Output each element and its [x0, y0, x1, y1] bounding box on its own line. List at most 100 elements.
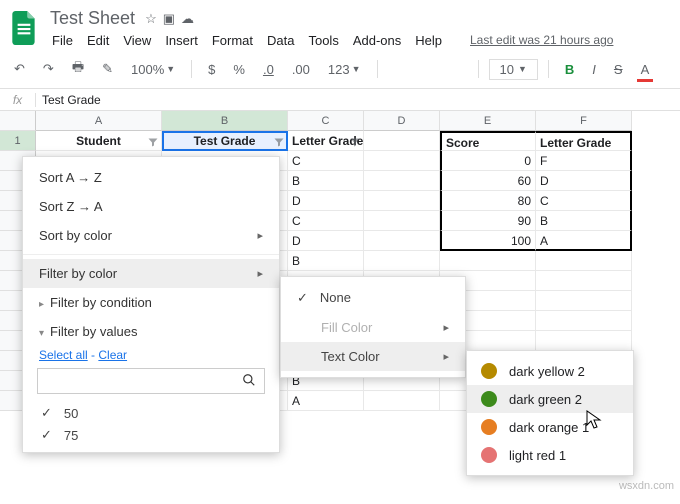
filter-by-condition[interactable]: ▸Filter by condition: [23, 288, 279, 317]
cell-E3[interactable]: 60: [440, 171, 536, 191]
cell-F6[interactable]: A: [536, 231, 632, 251]
color-option-light-red-1[interactable]: light red 1: [467, 441, 633, 469]
cell-F11[interactable]: [536, 331, 632, 351]
cell-D14[interactable]: [364, 391, 440, 411]
cell-C2[interactable]: C: [288, 151, 364, 171]
sort-az[interactable]: Sort A → Z: [23, 163, 279, 192]
filter-search-input[interactable]: [37, 368, 265, 394]
undo-button[interactable]: ↶: [8, 57, 31, 81]
currency-button[interactable]: $: [202, 58, 221, 81]
font-size-select[interactable]: 10 ▼: [489, 59, 538, 80]
cell-C14[interactable]: A: [288, 391, 364, 411]
cell-D7[interactable]: [364, 251, 440, 271]
cell-F9[interactable]: [536, 291, 632, 311]
cell-F8[interactable]: [536, 271, 632, 291]
cell-A1[interactable]: Student: [36, 131, 162, 151]
italic-button[interactable]: I: [586, 58, 602, 81]
fx-label: fx: [0, 93, 36, 107]
menu-view[interactable]: View: [117, 31, 157, 50]
color-option-dark-orange-1[interactable]: dark orange 1: [467, 413, 633, 441]
cell-C6[interactable]: D: [288, 231, 364, 251]
cell-F4[interactable]: C: [536, 191, 632, 211]
cell-C5[interactable]: C: [288, 211, 364, 231]
cell-E1[interactable]: Score: [440, 131, 536, 151]
redo-button[interactable]: ↷: [37, 57, 60, 81]
cell-F10[interactable]: [536, 311, 632, 331]
sheets-logo[interactable]: [10, 10, 38, 46]
cell-D6[interactable]: [364, 231, 440, 251]
cell-F2[interactable]: F: [536, 151, 632, 171]
cell-C4[interactable]: D: [288, 191, 364, 211]
rowhead-1[interactable]: 1: [0, 131, 36, 151]
menu-data[interactable]: Data: [261, 31, 300, 50]
number-format-button[interactable]: 123 ▼: [322, 58, 367, 81]
filter-context-menu: Sort A → Z Sort Z → A Sort by color▸ Fil…: [22, 156, 280, 453]
cell-B1[interactable]: Test Grade: [162, 131, 288, 151]
cell-E7[interactable]: [440, 251, 536, 271]
menu-edit[interactable]: Edit: [81, 31, 115, 50]
cell-E2[interactable]: 0: [440, 151, 536, 171]
document-name[interactable]: Test Sheet: [46, 6, 139, 31]
filter-fill-color[interactable]: Fill Color▸: [281, 313, 465, 342]
paint-format-button[interactable]: ✎: [96, 57, 119, 81]
last-edit-link[interactable]: Last edit was 21 hours ago: [464, 31, 619, 50]
colhead-B[interactable]: B: [162, 111, 288, 131]
colhead-F[interactable]: F: [536, 111, 632, 131]
fx-value[interactable]: Test Grade: [36, 93, 101, 107]
cell-E4[interactable]: 80: [440, 191, 536, 211]
color-option-dark-yellow-2[interactable]: dark yellow 2: [467, 357, 633, 385]
sort-za[interactable]: Sort Z → A: [23, 192, 279, 221]
percent-button[interactable]: %: [227, 58, 251, 81]
filter-color-none[interactable]: ✓None: [281, 283, 465, 313]
cell-F5[interactable]: B: [536, 211, 632, 231]
cell-D1[interactable]: [364, 131, 440, 151]
print-button[interactable]: 🖶: [66, 54, 90, 84]
filter-icon[interactable]: [273, 134, 285, 151]
cell-D5[interactable]: [364, 211, 440, 231]
increase-decimal-button[interactable]: .00: [286, 58, 316, 81]
cell-D2[interactable]: [364, 151, 440, 171]
cell-F7[interactable]: [536, 251, 632, 271]
bold-button[interactable]: B: [559, 58, 580, 81]
cell-C1[interactable]: Letter Grade: [288, 131, 364, 151]
select-all-link[interactable]: Select all: [39, 348, 88, 362]
filter-color-submenu: ✓None Fill Color▸ Text Color▸: [280, 276, 466, 378]
filter-by-color[interactable]: Filter by color▸: [23, 259, 279, 288]
cell-C7[interactable]: B: [288, 251, 364, 271]
colhead-A[interactable]: A: [36, 111, 162, 131]
star-icon[interactable]: ☆: [145, 11, 157, 27]
cell-F1[interactable]: Letter Grade: [536, 131, 632, 151]
menu-addons[interactable]: Add-ons: [347, 31, 407, 50]
menu-help[interactable]: Help: [409, 31, 448, 50]
menu-insert[interactable]: Insert: [159, 31, 204, 50]
cell-E6[interactable]: 100: [440, 231, 536, 251]
cell-D4[interactable]: [364, 191, 440, 211]
filter-value-50[interactable]: ✓50: [23, 402, 279, 424]
filter-value-75[interactable]: ✓75: [23, 424, 279, 446]
filter-icon[interactable]: [349, 134, 361, 151]
cell-E5[interactable]: 90: [440, 211, 536, 231]
strike-button[interactable]: S: [608, 58, 629, 81]
colhead-D[interactable]: D: [364, 111, 440, 131]
menu-file[interactable]: File: [46, 31, 79, 50]
watermark: wsxdn.com: [619, 480, 674, 492]
decrease-decimal-button[interactable]: .0: [257, 58, 280, 81]
filter-icon[interactable]: [147, 134, 159, 151]
font-color-button[interactable]: A: [635, 58, 656, 81]
cell-F3[interactable]: D: [536, 171, 632, 191]
move-folder-icon[interactable]: ▣: [163, 11, 175, 27]
cell-D3[interactable]: [364, 171, 440, 191]
search-icon: [234, 373, 264, 390]
colhead-C[interactable]: C: [288, 111, 364, 131]
menu-tools[interactable]: Tools: [302, 31, 344, 50]
cell-C3[interactable]: B: [288, 171, 364, 191]
clear-link[interactable]: Clear: [98, 348, 127, 362]
colhead-E[interactable]: E: [440, 111, 536, 131]
color-option-dark-green-2[interactable]: dark green 2: [467, 385, 633, 413]
text-color-submenu: dark yellow 2dark green 2dark orange 1li…: [466, 350, 634, 476]
filter-text-color[interactable]: Text Color▸: [281, 342, 465, 371]
filter-by-values[interactable]: ▾Filter by values: [23, 317, 279, 346]
sort-by-color[interactable]: Sort by color▸: [23, 221, 279, 250]
zoom-select[interactable]: 100% ▼: [125, 58, 181, 81]
menu-format[interactable]: Format: [206, 31, 259, 50]
